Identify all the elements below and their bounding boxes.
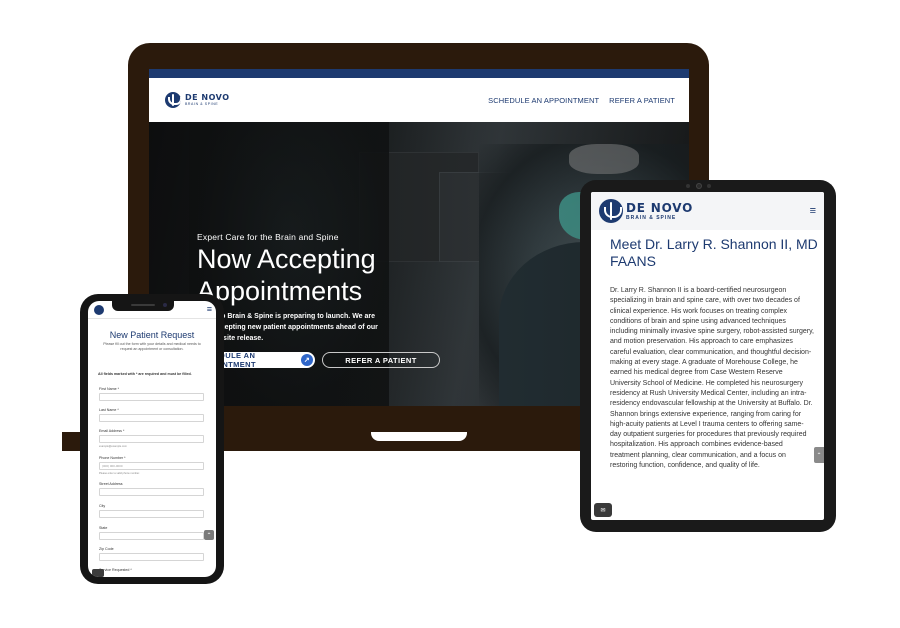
tablet-site-logo[interactable]: DE NOVO BRAIN & SPINE — [599, 199, 693, 223]
hero-title: Now Accepting Appointments — [197, 243, 437, 307]
chat-icon[interactable]: ✉ — [594, 503, 612, 517]
city-label: City — [99, 504, 106, 508]
hero-eyebrow: Expert Care for the Brain and Spine — [197, 232, 339, 242]
tablet-screen: DE NOVO BRAIN & SPINE ≡ Meet Dr. Larry R… — [591, 192, 824, 520]
chat-icon[interactable] — [92, 569, 104, 577]
main-nav: SCHEDULE AN APPOINTMENT REFER A PATIENT — [488, 96, 675, 105]
logo-main-text: DE NOVO — [185, 92, 230, 102]
chevron-up-icon[interactable]: ⌃ — [814, 447, 824, 463]
phone-number-label: Phone Number * — [99, 456, 126, 460]
hamburger-icon[interactable]: ≡ — [810, 205, 816, 217]
street-address-field[interactable] — [99, 488, 204, 496]
form-title: New Patient Request — [109, 330, 195, 340]
last-name-label: Last Name * — [99, 408, 119, 412]
state-field[interactable] — [99, 532, 204, 540]
site-logo[interactable]: DE NOVO BRAIN & SPINE — [165, 92, 230, 108]
hero-description: De Novo Brain & Spine is preparing to la… — [197, 313, 378, 342]
tablet-logo-sub-text: BRAIN & SPINE — [626, 214, 677, 221]
email-field[interactable] — [99, 435, 204, 443]
laptop-hinge — [62, 432, 82, 451]
phone-speaker — [131, 304, 155, 306]
tablet-camera-icon — [696, 183, 702, 189]
tablet-sensor — [707, 184, 711, 188]
phone-number-hint: Please enter a valid phone number. — [99, 472, 140, 475]
doctor-bio: Dr. Larry R. Shannon II is a board-certi… — [610, 287, 814, 470]
first-name-field[interactable] — [99, 393, 204, 401]
first-name-label: First Name * — [99, 387, 119, 391]
tablet-sensor — [686, 184, 690, 188]
hero-title-line1: Now Accepting — [197, 244, 376, 274]
logo-icon — [599, 199, 623, 223]
tablet-logo-main-text: DE NOVO — [626, 200, 694, 215]
laptop-trackpad-notch — [371, 432, 467, 441]
form-subtitle: Please fill out the form with your detai… — [103, 342, 201, 351]
arrow-icon: ↗ — [301, 354, 313, 366]
refer-patient-button[interactable]: REFER A PATIENT — [322, 352, 440, 368]
top-bar — [149, 69, 689, 78]
chevron-up-icon[interactable]: ⌃ — [204, 530, 214, 540]
logo-icon[interactable] — [94, 304, 104, 315]
email-label: Email Address * — [99, 429, 125, 433]
zip-code-field[interactable] — [99, 553, 204, 561]
phone-number-field[interactable]: (000) 000-0000 — [99, 462, 204, 470]
state-label: State — [99, 526, 108, 530]
phone-screen: ≡ New Patient Request Please fill out th… — [88, 301, 216, 577]
site-header: DE NOVO BRAIN & SPINE SCHEDULE AN APPOIN… — [149, 78, 689, 122]
tablet-site-header: DE NOVO BRAIN & SPINE ≡ — [591, 192, 824, 230]
logo-icon — [165, 92, 181, 108]
email-hint: example@example.com — [99, 445, 127, 448]
street-address-label: Street Address — [99, 482, 123, 486]
phone-camera-icon — [163, 303, 167, 307]
logo-sub-text: BRAIN & SPINE — [185, 101, 219, 106]
hamburger-icon[interactable]: ≡ — [207, 305, 212, 314]
nav-refer-patient[interactable]: REFER A PATIENT — [609, 96, 675, 105]
doctor-heading: Meet Dr. Larry R. Shannon II, MD FAANS — [610, 236, 818, 269]
last-name-field[interactable] — [99, 414, 204, 422]
hero-title-line2: Appointments — [197, 276, 363, 306]
required-note: All fields marked with * are required an… — [98, 372, 192, 376]
zip-code-label: Zip Code — [99, 547, 114, 551]
city-field[interactable] — [99, 510, 204, 518]
nav-schedule-appointment[interactable]: SCHEDULE AN APPOINTMENT — [488, 96, 599, 105]
